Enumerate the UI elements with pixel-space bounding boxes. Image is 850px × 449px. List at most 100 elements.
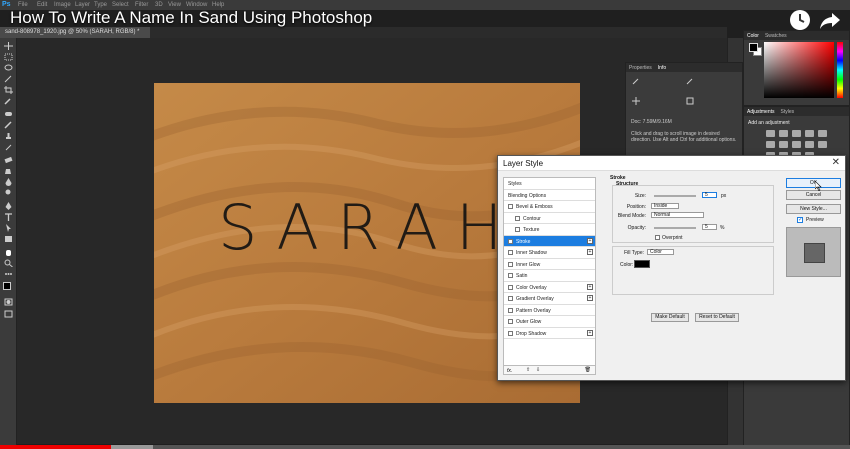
tab-color[interactable]: Color <box>747 33 759 39</box>
color-picker-field[interactable] <box>764 42 834 98</box>
inner-shadow-checkbox[interactable] <box>508 250 513 255</box>
pattern-overlay-checkbox[interactable] <box>508 307 513 313</box>
black-white-adjustment-icon[interactable] <box>792 141 801 148</box>
levels-adjustment-icon[interactable] <box>779 130 788 137</box>
list-item-texture[interactable]: Texture <box>504 224 595 236</box>
cancel-button[interactable]: Cancel <box>786 190 841 200</box>
clone-stamp-tool-icon[interactable] <box>4 132 13 140</box>
preview-checkbox[interactable]: ✓ <box>797 217 803 223</box>
move-up-icon[interactable]: ⇧ <box>526 367 530 373</box>
opacity-slider[interactable] <box>654 227 696 229</box>
move-down-icon[interactable]: ⇩ <box>536 367 540 373</box>
opacity-input[interactable]: 5 <box>702 224 717 230</box>
pen-tool-icon[interactable] <box>4 202 13 210</box>
screen-mode-icon[interactable] <box>4 310 13 318</box>
satin-checkbox[interactable] <box>508 273 513 278</box>
tab-info[interactable]: Info <box>658 65 666 71</box>
list-item-satin[interactable]: Satin <box>504 270 595 282</box>
add-color-overlay-icon[interactable]: + <box>587 283 593 290</box>
list-item-inner-glow[interactable]: Inner Glow <box>504 259 595 270</box>
list-item-color-overlay[interactable]: Color Overlay + <box>504 282 595 293</box>
inner-glow-checkbox[interactable] <box>508 261 513 267</box>
tab-properties[interactable]: Properties <box>629 65 652 71</box>
dialog-titlebar[interactable]: Layer Style ✕ <box>498 156 845 171</box>
watch-later-icon[interactable] <box>788 8 812 32</box>
brush-tool-icon[interactable] <box>4 121 13 129</box>
add-drop-shadow-icon[interactable]: + <box>587 329 593 336</box>
hue-slider[interactable] <box>837 42 843 98</box>
photo-filter-adjustment-icon[interactable] <box>805 141 814 148</box>
vibrance-adjustment-icon[interactable] <box>818 130 827 137</box>
edit-toolbar-icon[interactable] <box>4 270 13 278</box>
hand-tool-icon[interactable] <box>4 248 13 256</box>
position-select[interactable]: Inside <box>651 203 679 209</box>
zoom-tool-icon[interactable] <box>4 259 13 267</box>
blur-tool-icon[interactable] <box>4 178 13 186</box>
list-item-bevel-emboss[interactable]: Bevel & Emboss <box>504 201 595 213</box>
color-balance-adjustment-icon[interactable] <box>779 141 788 148</box>
sand-name-text[interactable]: SARAH <box>218 191 521 264</box>
exposure-adjustment-icon[interactable] <box>805 130 814 137</box>
list-item-drop-shadow[interactable]: Drop Shadow + <box>504 328 595 339</box>
list-item-gradient-overlay[interactable]: Gradient Overlay + <box>504 293 595 305</box>
close-icon[interactable]: ✕ <box>832 157 840 168</box>
reset-to-default-button[interactable]: Reset to Default <box>695 313 739 322</box>
list-item-outer-glow[interactable]: Outer Glow <box>504 316 595 328</box>
paint-bucket-tool-icon[interactable] <box>4 167 13 175</box>
gradient-overlay-checkbox[interactable] <box>508 296 513 301</box>
list-item-pattern-overlay[interactable]: Pattern Overlay <box>504 305 595 316</box>
bevel-emboss-checkbox[interactable] <box>508 204 513 209</box>
move-tool-icon[interactable] <box>4 42 13 50</box>
contour-checkbox[interactable] <box>515 215 520 221</box>
foreground-color-swatch[interactable] <box>3 282 11 290</box>
fill-type-select[interactable]: Color <box>647 249 674 255</box>
overprint-checkbox[interactable] <box>655 235 660 240</box>
type-tool-icon[interactable] <box>4 213 13 221</box>
brightness-adjustment-icon[interactable] <box>766 130 775 137</box>
ok-button[interactable]: OK <box>786 178 841 188</box>
size-input[interactable]: 5 <box>702 192 717 198</box>
marquee-tool-icon[interactable] <box>4 53 13 61</box>
list-item-inner-shadow[interactable]: Inner Shadow + <box>504 247 595 259</box>
list-item-stroke[interactable]: Stroke + <box>504 235 595 247</box>
path-select-tool-icon[interactable] <box>4 224 13 232</box>
eyedropper-tool-icon[interactable] <box>4 97 13 105</box>
crop-tool-icon[interactable] <box>4 86 13 94</box>
quick-select-tool-icon[interactable] <box>4 75 13 83</box>
list-item-contour[interactable]: Contour <box>504 213 595 224</box>
texture-checkbox[interactable] <box>515 227 520 232</box>
tab-swatches[interactable]: Swatches <box>765 33 787 39</box>
list-item-blending-options[interactable]: Blending Options <box>504 190 595 201</box>
panel-foreground-swatch[interactable] <box>749 43 758 52</box>
add-stroke-icon[interactable]: + <box>587 237 593 244</box>
document-tab[interactable]: sand-808978_1920.jpg @ 50% (SARAH, RGB/8… <box>0 27 150 38</box>
blend-mode-select[interactable]: Normal <box>651 212 704 218</box>
channel-mixer-adjustment-icon[interactable] <box>818 141 827 148</box>
tab-adjustments[interactable]: Adjustments <box>747 109 775 115</box>
fx-menu-button[interactable]: fx. <box>507 368 512 374</box>
make-default-button[interactable]: Make Default <box>651 313 689 322</box>
new-style-button[interactable]: New Style... <box>786 204 841 214</box>
size-slider[interactable] <box>654 195 696 197</box>
stroke-color-swatch[interactable] <box>634 260 650 268</box>
stroke-checkbox[interactable] <box>508 238 513 244</box>
add-inner-shadow-icon[interactable]: + <box>587 249 593 255</box>
rectangle-tool-icon[interactable] <box>4 235 13 243</box>
hue-saturation-adjustment-icon[interactable] <box>766 141 775 148</box>
add-gradient-overlay-icon[interactable]: + <box>587 295 593 301</box>
lasso-tool-icon[interactable] <box>4 64 13 72</box>
list-item-styles[interactable]: Styles <box>504 178 595 190</box>
video-progress-bar[interactable] <box>0 445 850 449</box>
curves-adjustment-icon[interactable] <box>792 130 801 137</box>
drop-shadow-checkbox[interactable] <box>508 330 513 336</box>
outer-glow-checkbox[interactable] <box>508 319 513 324</box>
quick-mask-icon[interactable] <box>4 298 13 306</box>
share-icon[interactable] <box>818 8 842 32</box>
history-brush-tool-icon[interactable] <box>4 143 13 151</box>
healing-brush-tool-icon[interactable] <box>4 110 13 118</box>
trash-icon[interactable]: 🗑 <box>585 367 591 373</box>
color-overlay-checkbox[interactable] <box>508 284 513 290</box>
tab-styles[interactable]: Styles <box>781 109 795 115</box>
eraser-tool-icon[interactable] <box>4 156 13 164</box>
dodge-tool-icon[interactable] <box>4 189 13 197</box>
